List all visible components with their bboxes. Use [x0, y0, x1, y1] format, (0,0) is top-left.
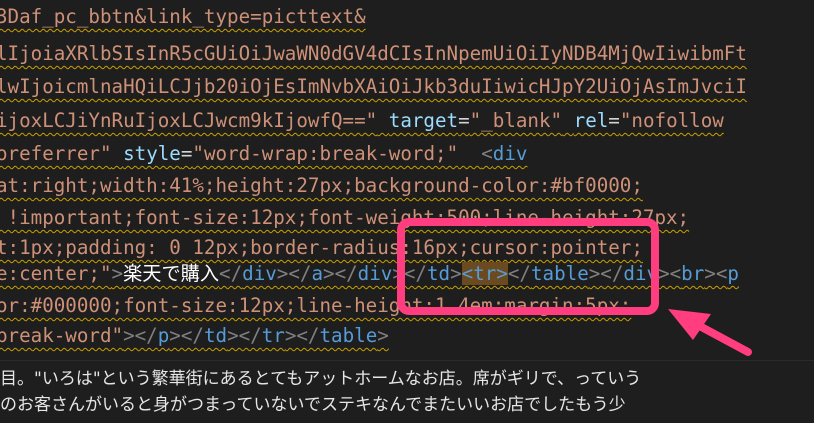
preview-text-line-1: 目。"いろは"という繁華街にあるとてもアットホームなお店。席がギリで、っていう [0, 369, 642, 389]
code-token: t:1px;padding: 0 12px;border-radius:16px… [0, 236, 643, 259]
code-token: </ [507, 262, 531, 285]
code-line-content: e:center;">楽天で購入</div></a></div></td><tr… [0, 262, 739, 285]
code-line-content: ijoxLCJiYnRuIjoxLCJwcm9kIjowfQ==" target… [0, 109, 724, 132]
code-line-content: 3Daf_pc_bbtn&link_type=picttext& [0, 5, 366, 28]
code-line-content: !important;font-size:12px;font-weight:50… [0, 206, 690, 229]
code-token: < [481, 142, 493, 165]
code-token: ></ [588, 262, 624, 285]
code-token: table [319, 324, 378, 347]
code-token: "_blank" [469, 109, 563, 132]
code-token: > [111, 262, 124, 285]
code-token: !important;font-size:12px;font-weight:50… [0, 206, 690, 229]
code-token: ></ [392, 262, 427, 285]
code-token: = [608, 109, 620, 132]
code-token: ></ [169, 324, 204, 347]
code-line: lIjoiaXRlbSIsInR5cGUiOiJwaWN0dGV4dCIsInN… [0, 40, 747, 68]
code-line: 3Daf_pc_bbtn&link_type=picttext& [0, 3, 366, 31]
code-line-content: at:right;width:41%;height:27px;backgroun… [0, 174, 643, 197]
code-token: > [450, 262, 462, 285]
code-token: ></ [284, 324, 320, 347]
code-editor[interactable]: 3Daf_pc_bbtn&link_type=picttext& lIjoiaXR… [0, 0, 814, 360]
code-token: table [530, 262, 589, 285]
code-line-content: oreferrer" style="word-wrap:break-word;"… [0, 142, 527, 165]
preview-pane: 目。"いろは"という繁華街にあるとてもアットホームなお店。席がギリで、っていう … [0, 361, 814, 423]
code-line-content: lIjoiaXRlbSIsInR5cGUiOiJwaWN0dGV4dCIsInN… [0, 42, 747, 65]
code-token: td [426, 262, 451, 285]
code-token: div [357, 262, 393, 285]
code-token: >< [704, 262, 728, 285]
code-token: target [388, 109, 459, 132]
code-token: rel [573, 109, 609, 132]
code-line-content: or:#000000;font-size:12px;line-height:1.… [0, 294, 631, 317]
code-line: e:center;">楽天で購入</div></a></div></td><tr… [0, 260, 739, 288]
code-line: break-word"></p></td></tr></table> [0, 322, 389, 350]
code-line: !important;font-size:12px;font-weight:50… [0, 204, 690, 232]
preview-text-line-2: のお客さんがいると身がつまっていないでステキなんでまたいいお店でしたもう少 [0, 395, 626, 415]
code-token: ijoxLCJiYnRuIjoxLCJwcm9kIjowfQ==" [0, 109, 378, 132]
code-token: ></ [276, 262, 312, 285]
code-line: or:#000000;font-size:12px;line-height:1.… [0, 292, 631, 320]
code-token: e:center;" [0, 262, 112, 285]
code-line: lwIjoicmlnaHQiLCJjb20iOjEsImNvbXAiOiJkb3… [0, 73, 747, 101]
code-token: p [727, 262, 739, 285]
code-token: td [203, 324, 228, 347]
code-token: >< [658, 262, 682, 285]
code-line-content: break-word"></p></td></tr></table> [0, 324, 389, 347]
code-token: or:#000000;font-size:12px;line-height:1.… [0, 294, 632, 317]
code-token: 楽天で購入 [123, 262, 220, 285]
code-token: div [623, 262, 659, 285]
code-token: oreferrer" [0, 142, 112, 165]
code-token: = [458, 109, 470, 132]
code-token: br [681, 262, 705, 285]
code-token: </ [219, 262, 243, 285]
code-token: tr [261, 324, 285, 347]
code-line: oreferrer" style="word-wrap:break-word;"… [0, 140, 527, 168]
code-token: ></ [227, 324, 262, 347]
code-line: at:right;width:41%;height:27px;backgroun… [0, 172, 643, 200]
code-token: at:right;width:41%;height:27px;backgroun… [0, 174, 643, 197]
code-token: p [157, 324, 170, 347]
code-token: = [180, 142, 193, 165]
code-token: lIjoiaXRlbSIsInR5cGUiOiJwaWN0dGV4dCIsInN… [0, 42, 747, 65]
matched-tag-highlight: <tr> [461, 262, 508, 285]
code-token: style [123, 142, 181, 165]
code-token: ></ [323, 262, 358, 285]
code-token: a [311, 262, 324, 285]
code-token: lwIjoicmlnaHQiLCJjb20iOjEsImNvbXAiOiJkb3… [0, 75, 747, 98]
code-token: "nofollow [619, 109, 724, 132]
code-token: > [377, 324, 389, 347]
code-line-content: lwIjoicmlnaHQiLCJjb20iOjEsImNvbXAiOiJkb3… [0, 75, 747, 98]
code-line: t:1px;padding: 0 12px;border-radius:16px… [0, 234, 643, 262]
code-token: "word-wrap:break-word;" [192, 142, 459, 165]
code-token: ></ [123, 324, 158, 347]
code-token: div [242, 262, 277, 285]
code-line: ijoxLCJiYnRuIjoxLCJwcm9kIjowfQ==" target… [0, 107, 724, 135]
code-token: break-word" [0, 324, 124, 347]
code-token: div [492, 142, 528, 165]
code-token: 3Daf_pc_bbtn&link_type=picttext& [0, 5, 366, 28]
code-line-content: t:1px;padding: 0 12px;border-radius:16px… [0, 236, 643, 259]
